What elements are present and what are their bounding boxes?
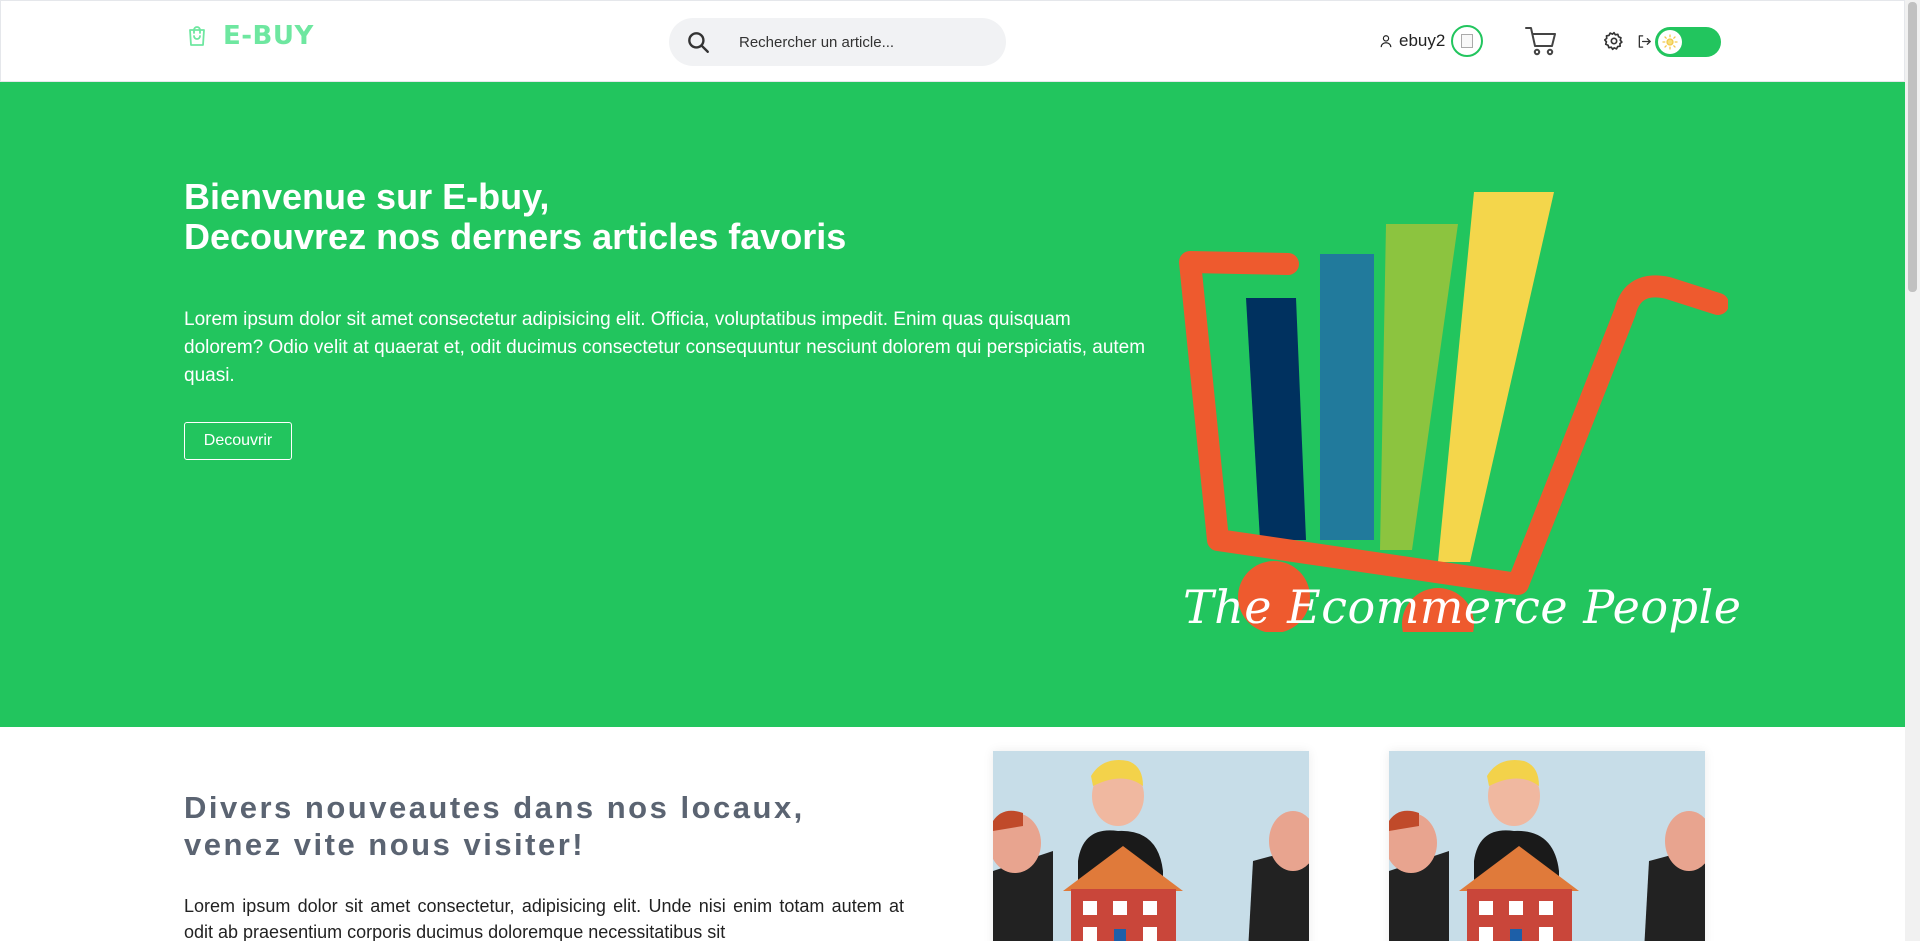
product-illustration	[1389, 751, 1705, 941]
user-icon	[1380, 35, 1392, 48]
hero-text: Lorem ipsum dolor sit amet consectetur a…	[184, 309, 1146, 386]
hero-title: Bienvenue sur E-buy, Decouvrez nos derne…	[184, 177, 846, 257]
toggle-knob	[1658, 30, 1682, 54]
news-section: Divers nouveautes dans nos locaux, venez…	[0, 727, 1905, 941]
shopping-bag-icon	[189, 26, 205, 46]
username[interactable]: ebuy2	[1399, 31, 1445, 51]
avatar-image-placeholder	[1461, 34, 1474, 48]
discover-button[interactable]: Decouvrir	[184, 422, 292, 460]
avatar[interactable]	[1451, 25, 1484, 57]
section-title-line-1: Divers nouveautes dans nos locaux,	[184, 790, 805, 825]
product-illustration	[993, 751, 1309, 941]
search-input[interactable]	[739, 33, 979, 51]
theme-toggle[interactable]	[1655, 27, 1721, 57]
gear-icon[interactable]	[1604, 31, 1624, 51]
scrollbar-thumb[interactable]	[1908, 2, 1917, 292]
logout-icon[interactable]	[1637, 34, 1652, 49]
search-icon[interactable]	[685, 29, 711, 55]
sun-icon	[1662, 34, 1678, 50]
page-scrollbar[interactable]	[1905, 0, 1920, 941]
product-card[interactable]	[1389, 751, 1705, 941]
search-bar	[669, 18, 1006, 66]
section-title-line-2: venez vite nous visiter!	[184, 827, 586, 862]
hero-title-line-2: Decouvrez nos derners articles favoris	[184, 216, 847, 257]
section-text: Lorem ipsum dolor sit amet consectetur, …	[184, 896, 904, 941]
navbar: E-BUY ebuy2	[0, 0, 1905, 82]
hero-title-line-1: Bienvenue sur E-buy,	[184, 176, 550, 217]
logo-tagline: The Ecommerce People	[1183, 580, 1742, 634]
brand-name[interactable]: E-BUY	[223, 21, 314, 51]
ecommerce-cart-logo	[1179, 192, 1728, 632]
user-menu[interactable]: ebuy2	[1379, 25, 1484, 57]
product-card[interactable]	[993, 751, 1309, 941]
cart-icon[interactable]	[1525, 26, 1557, 56]
brand[interactable]: E-BUY	[185, 21, 314, 51]
hero-section: Bienvenue sur E-buy, Decouvrez nos derne…	[0, 82, 1905, 727]
section-title: Divers nouveautes dans nos locaux, venez…	[184, 789, 805, 863]
